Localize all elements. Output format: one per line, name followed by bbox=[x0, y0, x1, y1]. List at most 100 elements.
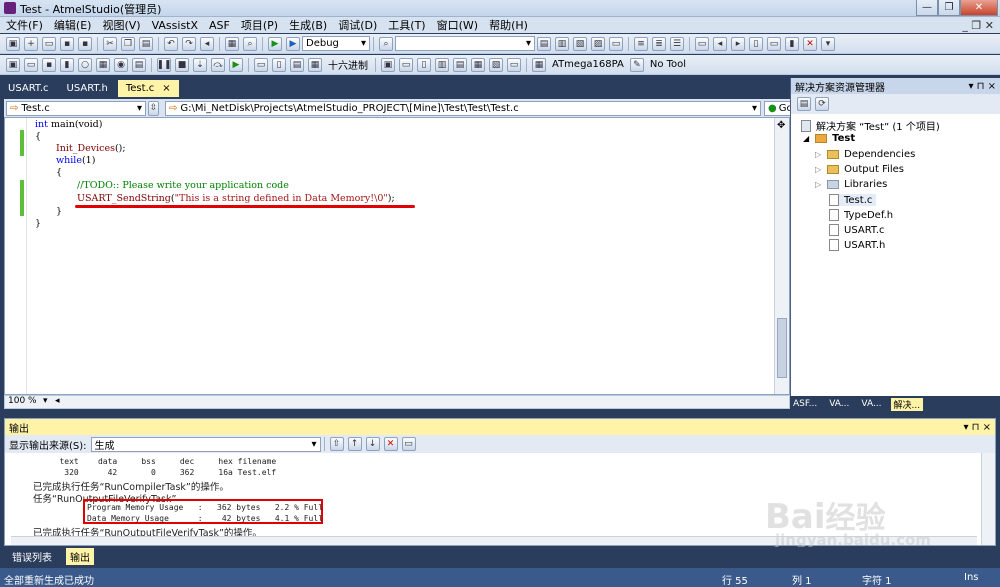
device-icon[interactable]: ▦ bbox=[532, 57, 546, 72]
breakpoints-icon[interactable]: ▯ bbox=[272, 57, 286, 72]
find-in-files-icon[interactable]: ⌕ bbox=[379, 36, 393, 51]
file-dropdown[interactable]: ⇨ Test.c ▾ bbox=[6, 100, 146, 116]
bookmark-folder-icon[interactable]: ▭ bbox=[767, 36, 781, 51]
tree-item-libraries[interactable]: ▷ Libraries bbox=[815, 179, 887, 190]
indent-icon[interactable]: ≡ bbox=[634, 36, 648, 51]
menu-project[interactable]: 项目(P) bbox=[241, 17, 278, 33]
comment-icon[interactable]: ☰ bbox=[670, 36, 684, 51]
properties-icon[interactable]: ▥ bbox=[555, 36, 569, 51]
path-dropdown[interactable]: ⇨ G:\Mi_NetDisk\Projects\AtmelStudio_PRO… bbox=[165, 100, 761, 116]
processor-icon[interactable]: ▣ bbox=[381, 57, 395, 72]
scroll-left-icon[interactable]: ◂ bbox=[55, 396, 60, 406]
bookmark-toggle-icon[interactable]: ▮ bbox=[785, 36, 799, 51]
tree-item-test-c[interactable]: Test.c bbox=[829, 194, 877, 206]
tree-item-output-files[interactable]: ▷ Output Files bbox=[815, 164, 904, 175]
tool-icon[interactable]: ✎ bbox=[629, 57, 644, 72]
tool-selector[interactable]: No Tool bbox=[650, 59, 686, 70]
copy-icon[interactable]: ❐ bbox=[121, 36, 135, 51]
add-item-icon[interactable]: + bbox=[24, 36, 38, 51]
menu-debug[interactable]: 调试(D) bbox=[338, 17, 377, 33]
disassembly-icon[interactable]: ▭ bbox=[254, 57, 268, 72]
tree-item-dependencies[interactable]: ▷ Dependencies bbox=[815, 149, 915, 160]
navigate-back-icon[interactable]: ◂ bbox=[200, 36, 214, 51]
menu-build[interactable]: 生成(B) bbox=[289, 17, 327, 33]
zoom-level[interactable]: 100 % bbox=[8, 396, 37, 406]
step-icon[interactable]: ▣ bbox=[6, 57, 20, 72]
tab-asf[interactable]: ASF... bbox=[790, 399, 820, 409]
tab-usart-c[interactable]: USART.c bbox=[0, 80, 57, 97]
panel-pin-icon[interactable]: ▾ ⊓ × bbox=[968, 81, 996, 92]
bookmark-clear-icon[interactable]: ▯ bbox=[749, 36, 763, 51]
restore-button[interactable]: ❐ bbox=[938, 0, 960, 16]
output-source-dropdown[interactable]: 生成 ▾ bbox=[90, 436, 321, 452]
build-icon[interactable]: ▦ bbox=[225, 36, 239, 51]
menu-edit[interactable]: 编辑(E) bbox=[54, 17, 92, 33]
scroll-thumb[interactable] bbox=[777, 318, 787, 378]
watch-icon[interactable]: ◉ bbox=[114, 57, 128, 72]
tab-error-list[interactable]: 错误列表 bbox=[8, 548, 56, 565]
next-message-icon[interactable]: ↓ bbox=[365, 437, 380, 451]
layout4-icon[interactable]: ▧ bbox=[489, 57, 503, 72]
clear-bookmarks-icon[interactable]: ✕ bbox=[803, 36, 817, 51]
search-combo[interactable]: ▾ bbox=[395, 36, 535, 51]
solution-explorer-icon[interactable]: ▤ bbox=[537, 36, 551, 51]
menu-window[interactable]: 窗口(W) bbox=[437, 17, 478, 33]
tab-va-2[interactable]: VA... bbox=[858, 399, 884, 409]
continue-icon[interactable]: ▶ bbox=[229, 57, 243, 72]
mdi-controls[interactable]: _ ❐ ✕ bbox=[962, 19, 994, 32]
toolbox-icon[interactable]: ▨ bbox=[591, 36, 605, 51]
cut-icon[interactable]: ✂ bbox=[103, 36, 117, 51]
layout2-icon[interactable]: ▤ bbox=[453, 57, 467, 72]
configuration-dropdown[interactable]: Debug ▾ bbox=[302, 36, 370, 51]
step-into-icon[interactable]: ⇣ bbox=[193, 57, 207, 72]
chevron-down-icon[interactable]: ▾ bbox=[43, 396, 48, 406]
call-stack-icon[interactable]: ▤ bbox=[290, 57, 304, 72]
device-selector[interactable]: ATmega168PA bbox=[552, 59, 624, 70]
tab-va-1[interactable]: VA... bbox=[826, 399, 852, 409]
prev-message-icon[interactable]: ↑ bbox=[347, 437, 362, 451]
tree-item-typedef-h[interactable]: TypeDef.h bbox=[829, 209, 893, 221]
project-node[interactable]: ◢ Test bbox=[803, 133, 855, 144]
overflow-icon[interactable]: ▾ bbox=[821, 36, 835, 51]
menu-tools[interactable]: 工具(T) bbox=[388, 17, 425, 33]
tree-item-usart-c[interactable]: USART.c bbox=[829, 224, 885, 236]
io-icon[interactable]: ○ bbox=[78, 57, 92, 72]
save-all-icon[interactable]: ▪ bbox=[78, 36, 92, 51]
layout3-icon[interactable]: ▦ bbox=[471, 57, 485, 72]
pause-icon[interactable]: ❚❚ bbox=[156, 57, 172, 72]
close-icon[interactable]: × bbox=[162, 83, 170, 94]
open-file-icon[interactable]: ▭ bbox=[42, 36, 56, 51]
word-wrap-icon[interactable]: ▭ bbox=[401, 437, 416, 451]
paste-icon[interactable]: ▤ bbox=[139, 36, 153, 51]
menu-view[interactable]: 视图(V) bbox=[102, 17, 140, 33]
lock-icon[interactable]: ▮ bbox=[60, 57, 74, 72]
menu-vassistx[interactable]: VAssistX bbox=[152, 19, 198, 32]
outdent-icon[interactable]: ≣ bbox=[652, 36, 666, 51]
editor-vertical-scrollbar[interactable]: ✥ bbox=[774, 118, 789, 394]
panel-pin-icon[interactable]: ▾ ⊓ × bbox=[963, 422, 991, 433]
window-icon[interactable]: ▯ bbox=[417, 57, 431, 72]
clear-all-icon[interactable]: ✕ bbox=[383, 437, 398, 451]
memory-icon[interactable]: ▦ bbox=[96, 57, 110, 72]
bookmark-next-icon[interactable]: ▸ bbox=[731, 36, 745, 51]
stop-icon[interactable]: ■ bbox=[175, 57, 189, 72]
tab-usart-h[interactable]: USART.h bbox=[59, 80, 116, 97]
tab-solution[interactable]: 解决... bbox=[890, 397, 924, 411]
code-editor[interactable]: int main(void) { Init_Devices(); while(1… bbox=[4, 117, 790, 395]
monitor-icon[interactable]: ▭ bbox=[507, 57, 521, 72]
menu-asf[interactable]: ASF bbox=[209, 19, 230, 32]
start-without-debug-icon[interactable]: ▶ bbox=[286, 36, 300, 51]
spin-icon[interactable]: ⇳ bbox=[148, 100, 159, 116]
solution-root[interactable]: 解决方案 “Test” (1 个项目) bbox=[801, 118, 940, 133]
locals-icon[interactable]: ▦ bbox=[308, 57, 322, 72]
properties-icon[interactable]: ▤ bbox=[797, 97, 811, 111]
output-vertical-scrollbar[interactable] bbox=[981, 453, 995, 545]
minimize-button[interactable]: — bbox=[916, 0, 938, 16]
layout-icon[interactable]: ▥ bbox=[435, 57, 449, 72]
redo-icon[interactable]: ↷ bbox=[182, 36, 196, 51]
bookmark-icon[interactable]: ▭ bbox=[695, 36, 709, 51]
start-debug-icon[interactable]: ▶ bbox=[268, 36, 282, 51]
refresh-icon[interactable]: ⟳ bbox=[815, 97, 829, 111]
tab-output[interactable]: 输出 bbox=[66, 547, 94, 565]
command-window-icon[interactable]: ▭ bbox=[609, 36, 623, 51]
